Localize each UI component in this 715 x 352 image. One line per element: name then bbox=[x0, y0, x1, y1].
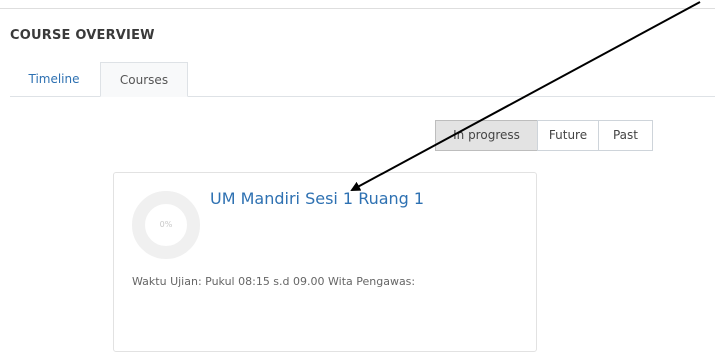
filter-in-progress-button[interactable]: In progress bbox=[435, 120, 538, 151]
course-title-link[interactable]: UM Mandiri Sesi 1 Ruang 1 bbox=[210, 189, 424, 208]
course-progress-ring: 0% bbox=[132, 191, 200, 259]
top-divider bbox=[0, 8, 715, 9]
filter-future-button[interactable]: Future bbox=[537, 120, 599, 151]
course-filter-group: In progress Future Past bbox=[435, 120, 653, 151]
tab-bar: Timeline Courses bbox=[10, 62, 715, 97]
section-title: COURSE OVERVIEW bbox=[10, 28, 155, 43]
tab-courses[interactable]: Courses bbox=[100, 62, 188, 97]
course-card: 0% UM Mandiri Sesi 1 Ruang 1 Waktu Ujian… bbox=[113, 172, 537, 352]
course-summary: Waktu Ujian: Pukul 08:15 s.d 09.00 Wita … bbox=[132, 275, 416, 288]
course-progress-label: 0% bbox=[159, 220, 173, 229]
tab-timeline[interactable]: Timeline bbox=[10, 62, 98, 96]
filter-past-button[interactable]: Past bbox=[598, 120, 653, 151]
